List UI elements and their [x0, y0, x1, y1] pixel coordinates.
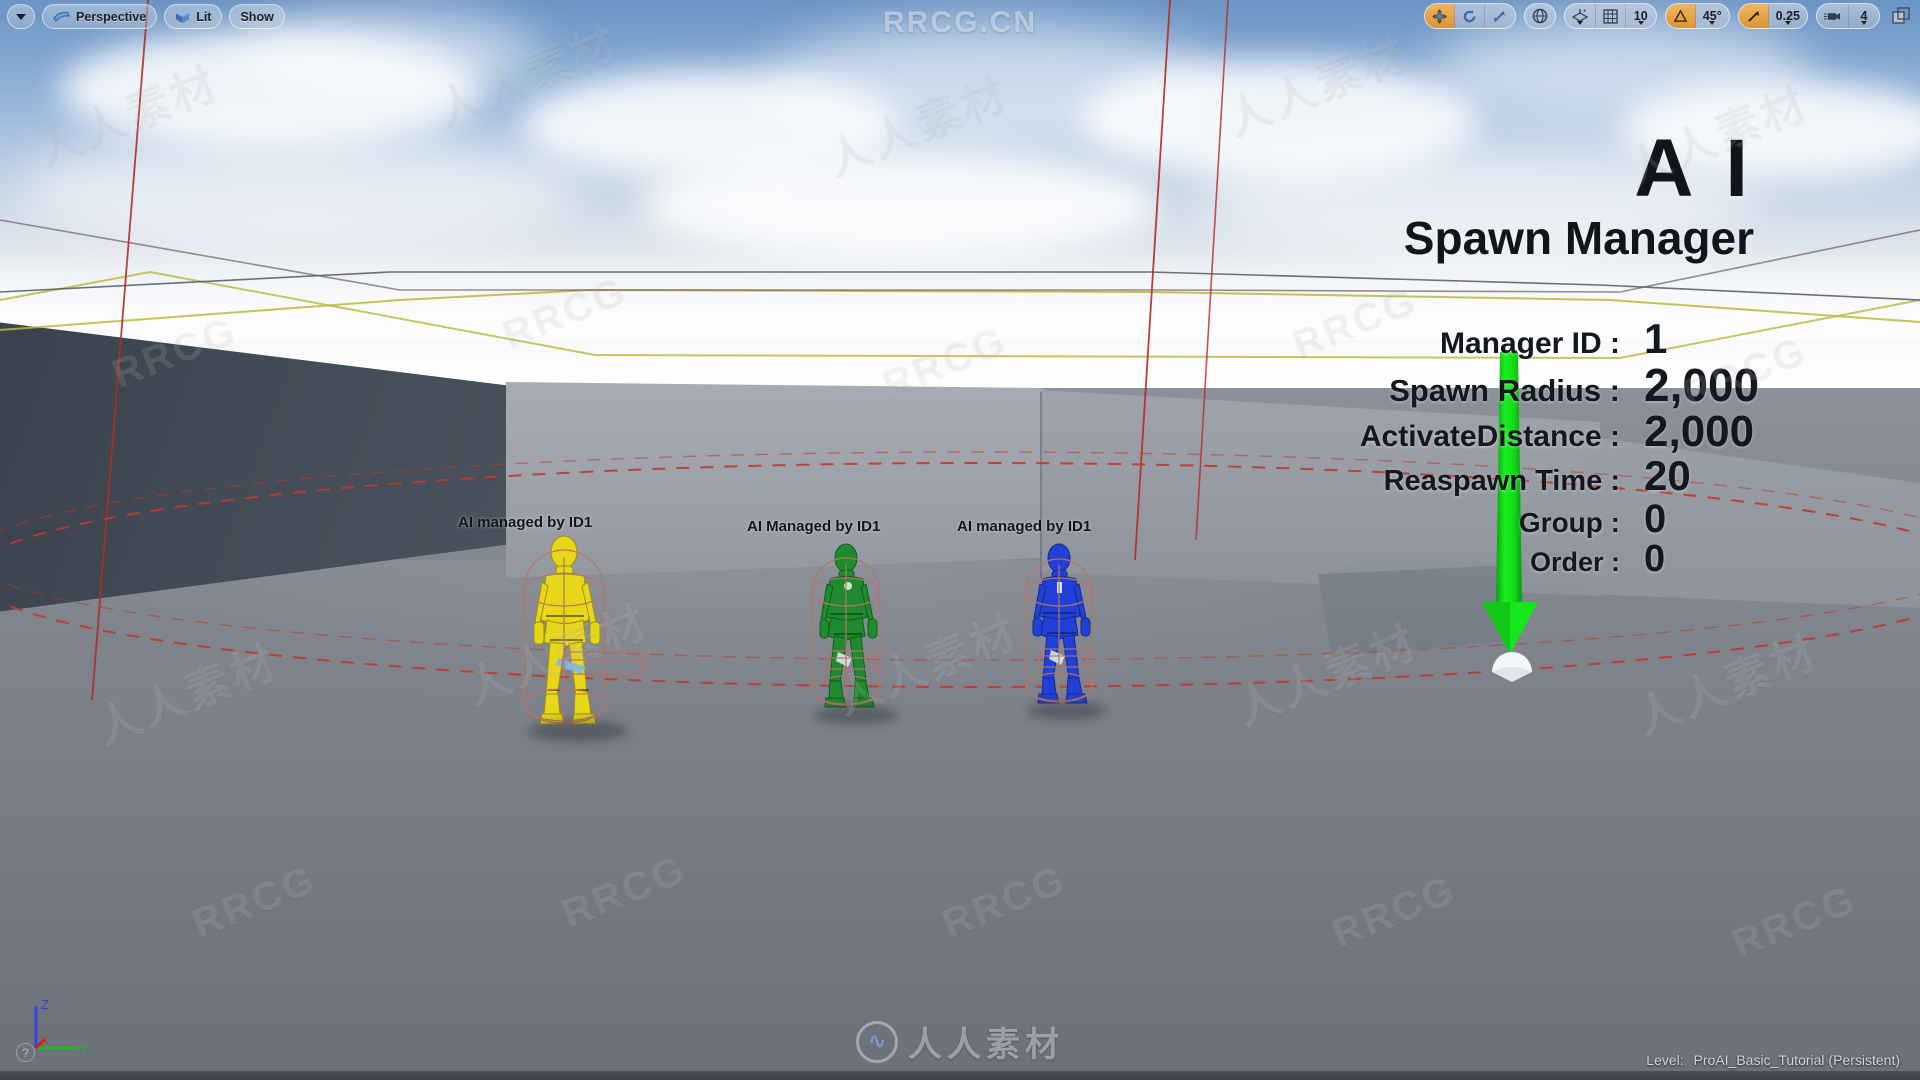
viewport-right-toolbar[interactable]: 10 45° 0.25 4	[1423, 3, 1914, 29]
rrcg-logo-icon: ∿	[856, 1020, 898, 1063]
unreal-viewport[interactable]: AI managed by ID1 AI Managed by ID1 AI m…	[0, 0, 1920, 1080]
property-row: Group : 0	[1360, 497, 1772, 541]
scale-icon	[1494, 10, 1506, 22]
ground-sheen	[0, 560, 1920, 860]
ai-pawn-green[interactable]: AI Managed by ID1	[747, 518, 920, 730]
maximize-icon	[1892, 7, 1910, 24]
property-key: Manager ID :	[1439, 327, 1620, 360]
watermark-top-center: RRCG.CN	[883, 6, 1037, 39]
angle-icon	[1673, 8, 1688, 22]
pawn-label: AI managed by ID1	[458, 514, 593, 531]
axis-label-y: Y	[80, 1041, 89, 1056]
maximize-viewport-button[interactable]	[1888, 3, 1914, 29]
property-key: Group :	[1518, 507, 1620, 538]
pawn-label: AI Managed by ID1	[747, 518, 881, 535]
help-icon[interactable]: ?	[16, 1043, 35, 1062]
level-name: ProAI_Basic_Tutorial (Persistent)	[1693, 1052, 1900, 1068]
chevron-down-icon	[16, 13, 26, 20]
hud-title-block: A I Spawn Manager	[1403, 123, 1754, 266]
cloud	[240, 10, 540, 100]
level-status: Level: ProAI_Basic_Tutorial (Persistent)	[1646, 1052, 1900, 1068]
angle-snap-button[interactable]	[1665, 4, 1696, 28]
rotate-mode-button[interactable]	[1455, 4, 1485, 28]
property-row: ActivateDistance : 2,000	[1359, 407, 1772, 456]
pawn-mesh	[523, 535, 648, 725]
pawn-mesh	[811, 543, 883, 708]
translate-mode-button[interactable]	[1424, 4, 1455, 28]
scale-snap-button[interactable]	[1738, 4, 1769, 28]
ai-pawn-blue[interactable]: AI managed by ID1	[957, 518, 1130, 725]
chevron-down-icon	[1576, 21, 1583, 25]
chevron-down-icon	[1784, 21, 1791, 25]
hud-properties: Manager ID : 1 Spawn Radius : 2,000 Acti…	[1359, 315, 1772, 581]
grid-icon	[1603, 8, 1618, 24]
axis-label-z: Z	[41, 997, 49, 1012]
camera-speed-button[interactable]	[1817, 4, 1849, 28]
world-space-toggle[interactable]	[1525, 4, 1555, 28]
pawn-mesh	[1025, 543, 1094, 704]
chevron-down-icon	[1709, 21, 1716, 25]
cloud	[20, 130, 580, 250]
camera-speed-value[interactable]: 4	[1849, 4, 1879, 28]
watermark-bottom-center: ∿ 人人素材	[856, 1017, 1064, 1066]
camera-icon	[1824, 12, 1841, 20]
show-menu-label: Show	[240, 9, 274, 24]
property-value: 0	[1644, 497, 1667, 541]
property-row: Manager ID : 1	[1360, 315, 1772, 362]
lighting-mode-button[interactable]: Lit	[164, 4, 223, 29]
grid-snap-button[interactable]	[1596, 4, 1626, 28]
scale-mode-button[interactable]	[1485, 4, 1515, 28]
pawn-shadow	[1027, 702, 1107, 720]
angle-snap-group[interactable]: 45°	[1664, 3, 1730, 29]
camera-speed-group[interactable]: 4	[1816, 3, 1880, 29]
coordinate-system-group[interactable]	[1523, 3, 1556, 29]
pawn-shadow	[814, 706, 898, 724]
axis-label-x: X	[41, 1035, 49, 1047]
transform-mode-group[interactable]	[1423, 3, 1516, 29]
perspective-camera-icon	[53, 12, 70, 22]
pawn-shadow	[528, 720, 628, 742]
property-row: Order : 0	[1360, 538, 1772, 580]
property-value: 0	[1644, 538, 1666, 580]
lit-cube-icon	[176, 10, 190, 23]
watermark-bottom-text: 人人素材	[908, 1026, 1064, 1064]
chevron-down-icon	[1637, 21, 1644, 25]
snapping-group[interactable]: 10	[1563, 3, 1657, 29]
surface-snap-button[interactable]	[1565, 4, 1596, 28]
viewport-options-dropdown[interactable]	[7, 4, 35, 29]
property-key: ActivateDistance :	[1359, 420, 1620, 453]
scale-snap-value[interactable]: 0.25	[1769, 4, 1807, 28]
scale-snap-arrow-icon	[1747, 10, 1759, 22]
viewport-bottom-strip	[0, 1071, 1920, 1080]
property-row: Reaspawn Time : 20	[1360, 452, 1772, 499]
view-mode-button[interactable]: Perspective	[42, 4, 158, 29]
move-arrows-icon	[1431, 8, 1447, 24]
hud-title-line2: Spawn Manager	[1403, 211, 1754, 264]
hud-title-line1: A I	[1634, 123, 1754, 214]
property-row: Spawn Radius : 2,000	[1360, 359, 1772, 411]
chevron-down-icon	[1861, 21, 1867, 25]
property-key: Reaspawn Time :	[1383, 465, 1620, 497]
view-mode-label: Perspective	[76, 9, 147, 24]
property-value: 1	[1644, 315, 1668, 362]
ai-pawn-yellow[interactable]: AI managed by ID1	[458, 514, 648, 750]
rotate-icon	[1463, 9, 1476, 22]
property-value: 2,000	[1644, 359, 1760, 411]
property-key: Spawn Radius :	[1389, 373, 1620, 408]
pawn-label: AI managed by ID1	[957, 518, 1092, 535]
globe-icon	[1532, 8, 1547, 24]
scale-snap-group[interactable]: 0.25	[1737, 3, 1808, 29]
angle-snap-value[interactable]: 45°	[1696, 4, 1729, 28]
lighting-mode-label: Lit	[196, 9, 212, 24]
show-menu-button[interactable]: Show	[229, 4, 285, 29]
cloud	[640, 150, 1160, 260]
grid-snap-value[interactable]: 10	[1626, 4, 1656, 28]
property-value: 20	[1644, 452, 1691, 499]
viewport-left-toolbar[interactable]: Perspective Lit Show	[7, 4, 285, 29]
property-key: Order :	[1529, 547, 1620, 577]
level-label-prefix: Level:	[1646, 1052, 1684, 1068]
property-value: 2,000	[1644, 407, 1755, 456]
